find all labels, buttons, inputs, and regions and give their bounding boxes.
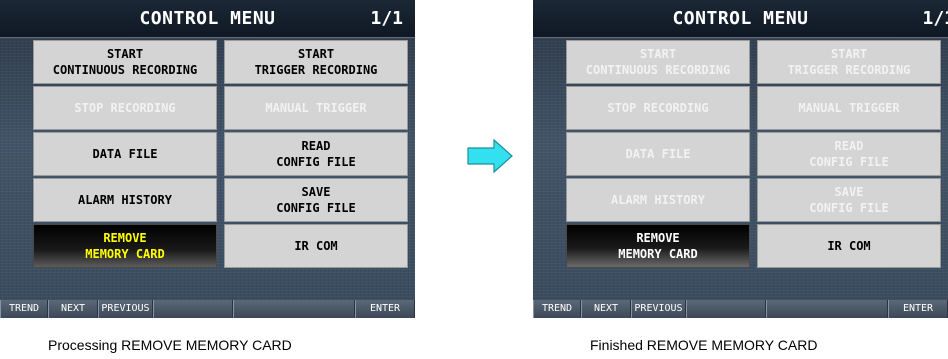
button-label-line1: STOP RECORDING <box>74 101 176 115</box>
control-menu-screen-finished: CONTROL MENU 1/1 START CONTINUOUS RECORD… <box>533 0 948 318</box>
read-config-file-button[interactable]: READ CONFIG FILE <box>224 132 408 176</box>
button-label-line2: CONFIG FILE <box>276 155 356 169</box>
fkey-blank-4[interactable] <box>153 300 233 318</box>
page-indicator: 1/1 <box>922 8 948 29</box>
read-config-file-button: READ CONFIG FILE <box>757 132 941 176</box>
screen-title: CONTROL MENU <box>139 8 276 29</box>
button-label-line1: START <box>830 47 868 61</box>
data-file-button: DATA FILE <box>566 132 750 176</box>
save-config-file-button: SAVE CONFIG FILE <box>757 178 941 222</box>
save-config-file-button[interactable]: SAVE CONFIG FILE <box>224 178 408 222</box>
button-label-line1: REMOVE <box>103 231 147 245</box>
function-key-bar: TREND NEXT PREVIOUS ENTER <box>533 300 948 318</box>
ir-com-button[interactable]: IR COM <box>224 224 408 268</box>
fkey-previous[interactable]: PREVIOUS <box>631 300 686 318</box>
remove-memory-card-button[interactable]: REMOVE MEMORY CARD <box>566 224 750 268</box>
button-label-line1: MANUAL TRIGGER <box>265 101 367 115</box>
fkey-trend[interactable]: TREND <box>0 300 48 318</box>
button-label-line2: CONTINUOUS RECORDING <box>52 63 198 77</box>
fkey-previous[interactable]: PREVIOUS <box>98 300 153 318</box>
button-label-line1: SAVE <box>301 185 331 199</box>
alarm-history-button: ALARM HISTORY <box>566 178 750 222</box>
start-trigger-recording-button[interactable]: START TRIGGER RECORDING <box>224 40 408 84</box>
button-label-line2: MEMORY CARD <box>618 247 698 261</box>
button-label-line1: START <box>297 47 335 61</box>
page-indicator: 1/1 <box>370 8 403 29</box>
button-label-line1: STOP RECORDING <box>607 101 709 115</box>
fkey-blank-5[interactable] <box>233 300 355 318</box>
start-trigger-recording-button: START TRIGGER RECORDING <box>757 40 941 84</box>
menu-button-grid: START CONTINUOUS RECORDING START TRIGGER… <box>33 40 408 268</box>
button-label-line1: IR COM <box>827 239 871 253</box>
button-label-line1: IR COM <box>294 239 338 253</box>
button-label-line2: CONFIG FILE <box>809 201 889 215</box>
right-arrow-icon <box>467 138 513 174</box>
button-label-line1: SAVE <box>834 185 864 199</box>
button-label-line1: START <box>106 47 144 61</box>
stop-recording-button: STOP RECORDING <box>566 86 750 130</box>
fkey-enter[interactable]: ENTER <box>888 300 948 318</box>
fkey-blank-5[interactable] <box>766 300 888 318</box>
title-bar: CONTROL MENU 1/1 <box>0 0 415 38</box>
button-label-line1: DATA FILE <box>625 147 691 161</box>
fkey-next[interactable]: NEXT <box>48 300 98 318</box>
data-file-button[interactable]: DATA FILE <box>33 132 217 176</box>
button-label-line1: DATA FILE <box>92 147 158 161</box>
caption-processing: Processing REMOVE MEMORY CARD <box>48 337 292 353</box>
menu-button-grid: START CONTINUOUS RECORDING START TRIGGER… <box>566 40 941 268</box>
title-bar: CONTROL MENU 1/1 <box>533 0 948 38</box>
button-label-line1: READ <box>834 139 864 153</box>
fkey-next[interactable]: NEXT <box>581 300 631 318</box>
alarm-history-button[interactable]: ALARM HISTORY <box>33 178 217 222</box>
ir-com-button[interactable]: IR COM <box>757 224 941 268</box>
caption-finished: Finished REMOVE MEMORY CARD <box>590 337 818 353</box>
button-label-line2: MEMORY CARD <box>85 247 165 261</box>
fkey-enter[interactable]: ENTER <box>355 300 415 318</box>
button-label-line1: ALARM HISTORY <box>78 193 172 207</box>
button-label-line2: CONFIG FILE <box>276 201 356 215</box>
button-label-line2: CONTINUOUS RECORDING <box>585 63 731 77</box>
button-label-line1: MANUAL TRIGGER <box>798 101 900 115</box>
fkey-blank-4[interactable] <box>686 300 766 318</box>
button-label-line1: REMOVE <box>636 231 680 245</box>
remove-memory-card-button[interactable]: REMOVE MEMORY CARD <box>33 224 217 268</box>
start-continuous-recording-button[interactable]: START CONTINUOUS RECORDING <box>33 40 217 84</box>
fkey-trend[interactable]: TREND <box>533 300 581 318</box>
button-label-line1: START <box>639 47 677 61</box>
button-label-line2: TRIGGER RECORDING <box>254 63 378 77</box>
control-menu-screen-processing: CONTROL MENU 1/1 START CONTINUOUS RECORD… <box>0 0 415 318</box>
manual-trigger-button: MANUAL TRIGGER <box>224 86 408 130</box>
manual-trigger-button: MANUAL TRIGGER <box>757 86 941 130</box>
start-continuous-recording-button: START CONTINUOUS RECORDING <box>566 40 750 84</box>
stop-recording-button: STOP RECORDING <box>33 86 217 130</box>
button-label-line2: TRIGGER RECORDING <box>787 63 911 77</box>
button-label-line2: CONFIG FILE <box>809 155 889 169</box>
button-label-line1: READ <box>301 139 331 153</box>
function-key-bar: TREND NEXT PREVIOUS ENTER <box>0 300 415 318</box>
screen-title: CONTROL MENU <box>672 8 809 29</box>
button-label-line1: ALARM HISTORY <box>611 193 705 207</box>
